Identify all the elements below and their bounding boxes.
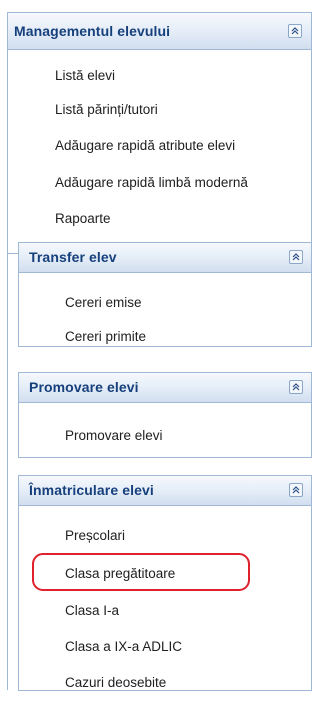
panel-header-management[interactable]: Managementul elevului [8,13,311,50]
panel-header-inmatriculare[interactable]: Înmatriculare elevi [19,476,311,506]
double-chevron-up-icon [292,383,300,391]
panel-management: Managementul elevului Listă elevi Listă … [7,12,312,254]
panel-header-transfer[interactable]: Transfer elev [19,243,311,273]
panel-promovare: Promovare elevi Promovare elevi [18,372,312,458]
menu-item-limba-moderna[interactable]: Adăugare rapidă limbă modernă [55,175,248,190]
panel-title-inmatriculare: Înmatriculare elevi [29,482,154,498]
double-chevron-up-icon [291,27,299,35]
menu-item-cazuri-deosebite[interactable]: Cazuri deosebite [65,675,166,690]
collapse-promovare-button[interactable] [289,380,303,394]
panel-transfer: Transfer elev Cereri emise Cereri primit… [18,242,312,347]
collapse-inmatriculare-button[interactable] [289,483,303,497]
highlight-annotation [32,553,250,591]
double-chevron-up-icon [292,486,300,494]
menu-item-cereri-emise[interactable]: Cereri emise [65,295,142,310]
panel-title-transfer: Transfer elev [29,249,117,265]
menu-item-clasa-i[interactable]: Clasa I-a [65,603,119,618]
menu-item-cereri-primite[interactable]: Cereri primite [65,329,146,344]
sidebar-border-line [7,254,8,690]
panel-header-promovare[interactable]: Promovare elevi [19,373,311,403]
collapse-transfer-button[interactable] [289,250,303,264]
menu-item-promovare-elevi[interactable]: Promovare elevi [65,428,163,443]
menu-item-prescolari[interactable]: Preșcolari [65,528,125,543]
collapse-management-button[interactable] [288,24,302,38]
panel-title-promovare: Promovare elevi [29,379,139,395]
menu-item-rapoarte[interactable]: Rapoarte [55,211,111,226]
menu-item-clasa-ix-adlic[interactable]: Clasa a IX-a ADLIC [65,639,182,654]
double-chevron-up-icon [292,253,300,261]
panel-title-management: Managementul elevului [14,23,171,39]
menu-item-atribute-elevi[interactable]: Adăugare rapidă atribute elevi [55,138,235,153]
menu-item-lista-parinti[interactable]: Listă părinți/tutori [55,102,158,117]
menu-item-lista-elevi[interactable]: Listă elevi [55,68,115,83]
